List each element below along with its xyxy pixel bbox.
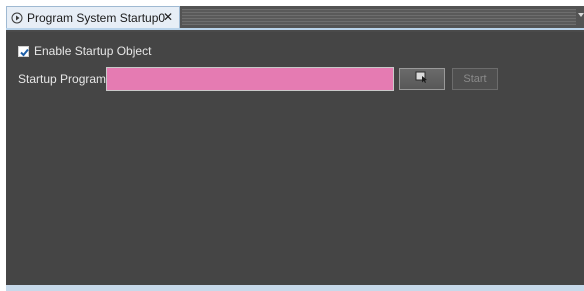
start-button[interactable]: Start [452, 68, 498, 90]
chevron-down-icon[interactable] [578, 13, 584, 17]
close-icon[interactable]: ✕ [163, 10, 173, 24]
cursor-select-icon [415, 70, 429, 88]
startup-program-input[interactable] [106, 67, 394, 91]
tab-program-system-startup[interactable]: Program System Startup0 ✕ [6, 6, 180, 28]
settings-panel: Enable Startup Object Startup Program St… [6, 32, 584, 285]
editor-window: Program System Startup0 ✕ Enable Startup… [6, 6, 584, 291]
play-circle-icon [11, 12, 23, 24]
enable-startup-object-label: Enable Startup Object [34, 44, 152, 58]
startup-program-label: Startup Program [18, 72, 107, 86]
enable-startup-object-row: Enable Startup Object [18, 44, 151, 58]
tab-bar: Program System Startup0 ✕ [6, 6, 584, 30]
tab-title: Program System Startup0 [27, 10, 166, 25]
enable-startup-object-checkbox[interactable] [18, 45, 29, 57]
browse-program-button[interactable] [399, 68, 445, 90]
window-bottom-border [6, 285, 584, 291]
